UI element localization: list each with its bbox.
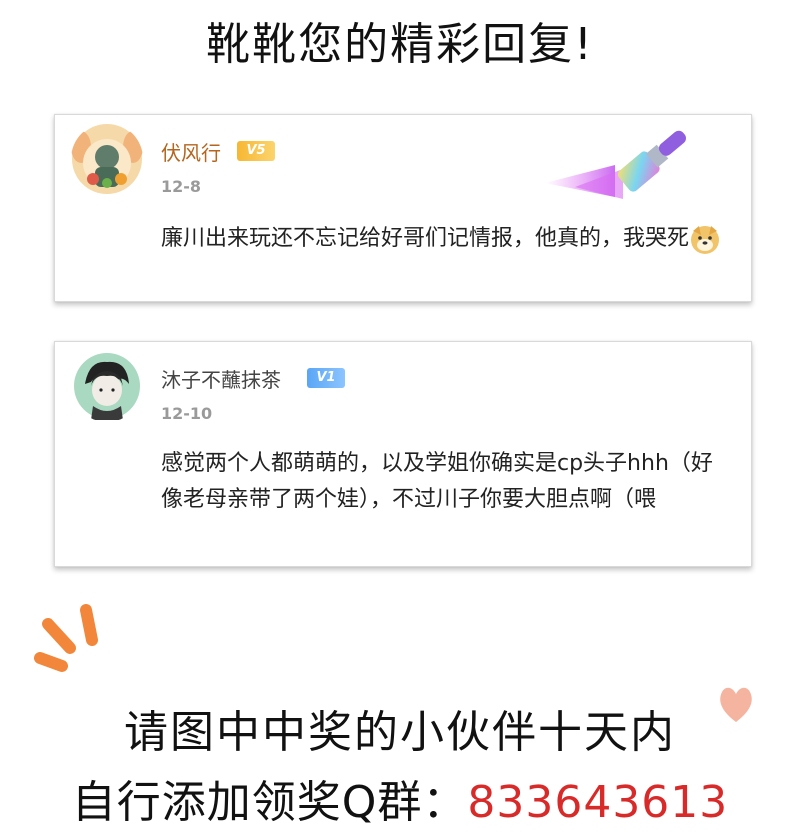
comment-date: 12-10 (161, 404, 213, 423)
comment-text: 廉川出来玩还不忘记给好哥们记情报，他真的，我哭死 (161, 221, 731, 257)
comment-date: 12-8 (161, 177, 202, 196)
comment-card: 伏风行 V5 12-8 廉川出来玩还不忘记给好哥们记情报，他真的，我哭死 (54, 114, 752, 302)
footer-group-info: 自行添加领奖Q群：833643613 (0, 766, 800, 830)
vip-level-badge: V5 (237, 141, 275, 161)
page-title: 靴靴您的精彩回复! (206, 19, 594, 70)
orange-burst-icon (34, 604, 98, 672)
comment-body: 廉川出来玩还不忘记给好哥们记情报，他真的，我哭死 (161, 226, 690, 251)
paint-brush-decoration-icon (545, 130, 686, 199)
username[interactable]: 沐子不蘸抹茶 (161, 364, 281, 393)
footer-instruction: 请图中中奖的小伙伴十天内 (124, 707, 676, 758)
doge-emoji-icon (691, 226, 720, 254)
comment-text: 感觉两个人都萌萌的，以及学姐你确实是cp头子hhh（好像老母亲带了两个娃），不过… (161, 451, 713, 512)
vip-level-badge: V1 (307, 368, 345, 388)
username[interactable]: 伏风行 (161, 137, 221, 166)
avatar[interactable] (71, 123, 143, 195)
avatar[interactable] (71, 350, 143, 422)
footer-group-label: 自行添加领奖Q群： (71, 777, 468, 828)
qq-group-number[interactable]: 833643613 (467, 777, 728, 828)
comment-card: 沐子不蘸抹茶 V1 12-10 感觉两个人都萌萌的，以及学姐你确实是cp头子hh… (54, 341, 752, 567)
